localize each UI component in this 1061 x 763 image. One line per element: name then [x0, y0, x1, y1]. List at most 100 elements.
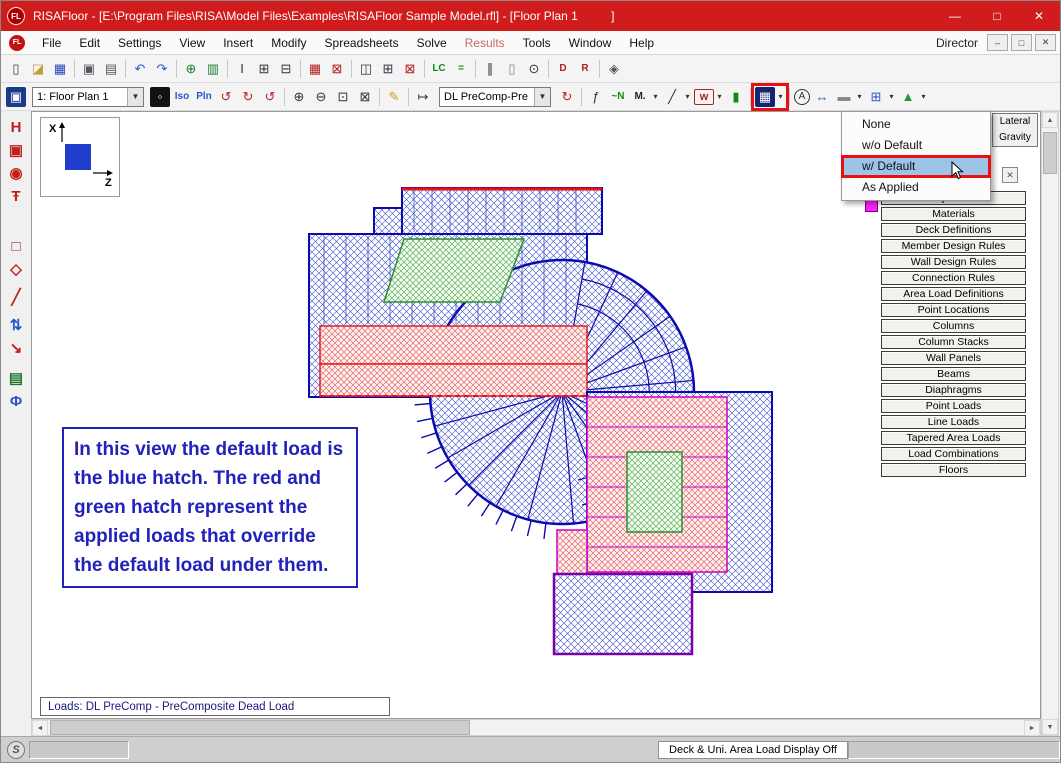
horizontal-scroll-thumb[interactable] [50, 720, 470, 735]
draw-deck-icon[interactable]: □ [4, 235, 28, 257]
detail-d-icon[interactable]: D [553, 59, 573, 79]
director-label[interactable]: Director [936, 36, 978, 50]
section-grid-icon[interactable]: ⊞ [254, 59, 274, 79]
lateral-gravity-button[interactable]: Lateral Gravity [992, 113, 1038, 147]
find-icon[interactable]: ⊙ [524, 59, 544, 79]
dropdown-caret-icon[interactable]: ▾ [683, 92, 692, 101]
spreadsheet-delete-icon[interactable]: ⊠ [327, 59, 347, 79]
print-icon[interactable]: ▤ [101, 59, 121, 79]
draw-line-icon[interactable]: ╱ [4, 286, 28, 308]
menu-item-w-o-default[interactable]: w/o Default [842, 135, 990, 156]
dropdown-caret-icon[interactable]: ▾ [715, 92, 724, 101]
menu-settings[interactable]: Settings [109, 33, 170, 53]
spreadsheet-icon[interactable]: ▦ [305, 59, 325, 79]
panel-item-beams[interactable]: Beams [881, 367, 1026, 381]
chevron-down-icon[interactable]: ▼ [534, 88, 550, 106]
plan-view-button[interactable]: Pln [194, 87, 214, 107]
vertical-scroll-thumb[interactable] [1043, 132, 1057, 174]
dropdown-caret-icon[interactable]: ▾ [651, 92, 660, 101]
menu-results[interactable]: Results [456, 33, 514, 53]
detail-r-icon[interactable]: R [575, 59, 595, 79]
gradient-icon[interactable]: ▮ [726, 87, 746, 107]
mdi-restore-button[interactable]: □ [1011, 34, 1032, 51]
panels-icon[interactable]: ⊞▾ [866, 87, 896, 107]
table-icon[interactable]: ⊞ [378, 59, 398, 79]
report-icon[interactable]: ▯ [502, 59, 522, 79]
panel-item-line-loads[interactable]: Line Loads [881, 415, 1026, 429]
snap-target-icon[interactable]: ◦ [150, 87, 170, 107]
equals-icon[interactable]: = [451, 59, 471, 79]
window-a-icon[interactable]: ◫ [356, 59, 376, 79]
panel-item-area-load-definitions[interactable]: Area Load Definitions [881, 287, 1026, 301]
panel-item-deck-definitions[interactable]: Deck Definitions [881, 223, 1026, 237]
view-mode-icon[interactable]: ▣ [6, 87, 26, 107]
annotate-a-icon[interactable]: A [794, 89, 810, 105]
panel-item-materials[interactable]: Materials [881, 207, 1026, 221]
view-selector[interactable]: 1: Floor Plan 1 ▼ [32, 87, 144, 107]
open-file-icon[interactable]: ◪ [28, 59, 48, 79]
draw-footings-icon[interactable]: Ŧ [4, 185, 28, 207]
menu-insert[interactable]: Insert [214, 33, 262, 53]
zoom-extents-icon[interactable]: ⊠ [355, 87, 375, 107]
panel-item-point-loads[interactable]: Point Loads [881, 399, 1026, 413]
solve-bolt-icon[interactable]: ƒ [586, 87, 606, 107]
unbraced-n-icon[interactable]: ~N [608, 87, 628, 107]
menu-edit[interactable]: Edit [70, 33, 109, 53]
vertical-scrollbar[interactable]: ▲ ▼ [1041, 111, 1059, 736]
draw-beams-icon[interactable]: H [4, 116, 28, 138]
dropdown-caret-icon[interactable]: ▾ [776, 92, 785, 101]
dropdown-caret-icon[interactable]: ▾ [855, 92, 864, 101]
menu-file[interactable]: File [33, 33, 70, 53]
layers-icon[interactable]: ◈ [604, 59, 624, 79]
ruler-icon[interactable]: ▬▾ [834, 87, 864, 107]
dropdown-caret-icon[interactable]: ▾ [919, 92, 928, 101]
section-box-icon[interactable]: ⊟ [276, 59, 296, 79]
new-file-icon[interactable]: ▯ [6, 59, 26, 79]
load-combination-icon[interactable]: LC [429, 59, 449, 79]
mdi-close-button[interactable]: ✕ [1035, 34, 1056, 51]
copy-tool-icon[interactable]: ▤ [4, 367, 28, 389]
globe-icon[interactable]: ⊕ [181, 59, 201, 79]
bars-icon[interactable]: ∥ [480, 59, 500, 79]
rotate-right-icon[interactable]: ↻ [238, 87, 258, 107]
close-button[interactable]: ✕ [1018, 1, 1060, 31]
ibeam-icon[interactable]: Ι [232, 59, 252, 79]
menu-solve[interactable]: Solve [408, 33, 456, 53]
menu-tools[interactable]: Tools [514, 33, 560, 53]
panel-item-wall-panels[interactable]: Wall Panels [881, 351, 1026, 365]
load-selector[interactable]: DL PreComp-Pre ▼ [439, 87, 551, 107]
panel-item-point-locations[interactable]: Point Locations [881, 303, 1026, 317]
panel-item-columns[interactable]: Columns [881, 319, 1026, 333]
snap-to-line-icon[interactable]: ↦ [413, 87, 433, 107]
zoom-out-icon[interactable]: ⊖ [311, 87, 331, 107]
rotate-left-icon[interactable]: ↺ [216, 87, 236, 107]
panel-item-member-design-rules[interactable]: Member Design Rules [881, 239, 1026, 253]
table-delete-icon[interactable]: ⊠ [400, 59, 420, 79]
maximize-button[interactable]: □ [976, 1, 1018, 31]
panel-item-diaphragms[interactable]: Diaphragms [881, 383, 1026, 397]
panel-item-column-stacks[interactable]: Column Stacks [881, 335, 1026, 349]
zoom-window-icon[interactable]: ⊡ [333, 87, 353, 107]
w-load-icon[interactable]: w▾ [694, 89, 724, 105]
chevron-down-icon[interactable]: ▼ [127, 88, 143, 106]
modify-scale-icon[interactable]: ↘ [4, 337, 28, 359]
chart-icon[interactable]: ▥ [203, 59, 223, 79]
panel-close-button[interactable]: ✕ [1002, 167, 1018, 183]
draw-slab-edge-icon[interactable]: ◇ [4, 258, 28, 280]
minimize-button[interactable]: — [934, 1, 976, 31]
area-load-display-icon[interactable]: ▦▾ [755, 87, 785, 107]
save-icon[interactable]: ▦ [50, 59, 70, 79]
modify-move-icon[interactable]: ⇅ [4, 314, 28, 336]
draw-walls-icon[interactable]: ◉ [4, 162, 28, 184]
horizontal-scrollbar[interactable]: ◄ ► [31, 719, 1041, 736]
panel-item-load-combinations[interactable]: Load Combinations [881, 447, 1026, 461]
diagonal-icon[interactable]: ╱▾ [662, 87, 692, 107]
moment-icon[interactable]: M.▾ [630, 87, 660, 107]
refresh-icon[interactable]: ↻ [557, 87, 577, 107]
undo-icon[interactable]: ↶ [130, 59, 150, 79]
menu-spreadsheets[interactable]: Spreadsheets [316, 33, 408, 53]
menu-item-as-applied[interactable]: As Applied [842, 177, 990, 198]
copy-icon[interactable]: ▣ [79, 59, 99, 79]
panel-item-connection-rules[interactable]: Connection Rules [881, 271, 1026, 285]
scroll-left-button[interactable]: ◄ [32, 720, 48, 736]
